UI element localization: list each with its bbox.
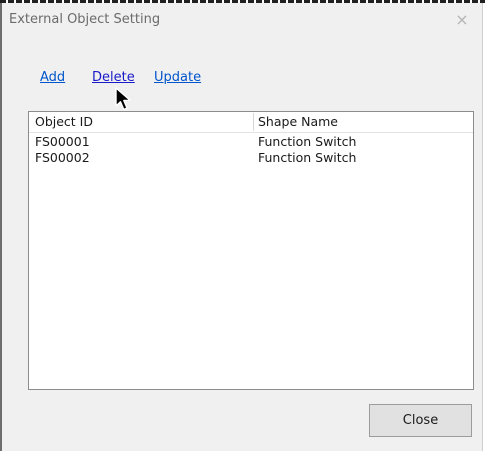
window-title: External Object Setting xyxy=(9,12,161,27)
cell-shape-name: Function Switch xyxy=(258,134,357,149)
cell-shape-name: Function Switch xyxy=(258,150,357,165)
delete-link[interactable]: Delete xyxy=(92,70,135,85)
column-header-shape-name[interactable]: Shape Name xyxy=(258,112,338,132)
mouse-pointer-icon xyxy=(115,87,131,111)
list-header: Object ID Shape Name xyxy=(29,112,473,133)
close-button[interactable]: Close xyxy=(369,404,472,437)
cell-object-id: FS00001 xyxy=(35,134,90,149)
external-object-setting-dialog: External Object Setting × Add Delete Upd… xyxy=(0,3,483,451)
update-link[interactable]: Update xyxy=(154,70,201,85)
title-bar: External Object Setting × xyxy=(2,3,482,37)
add-link[interactable]: Add xyxy=(40,70,65,85)
column-header-object-id[interactable]: Object ID xyxy=(35,112,93,132)
table-row[interactable]: FS00002 Function Switch xyxy=(29,150,473,166)
column-divider[interactable] xyxy=(253,113,254,131)
object-list[interactable]: Object ID Shape Name FS00001 Function Sw… xyxy=(28,111,474,390)
table-row[interactable]: FS00001 Function Switch xyxy=(29,134,473,150)
close-icon[interactable]: × xyxy=(452,10,472,30)
cell-object-id: FS00002 xyxy=(35,150,90,165)
